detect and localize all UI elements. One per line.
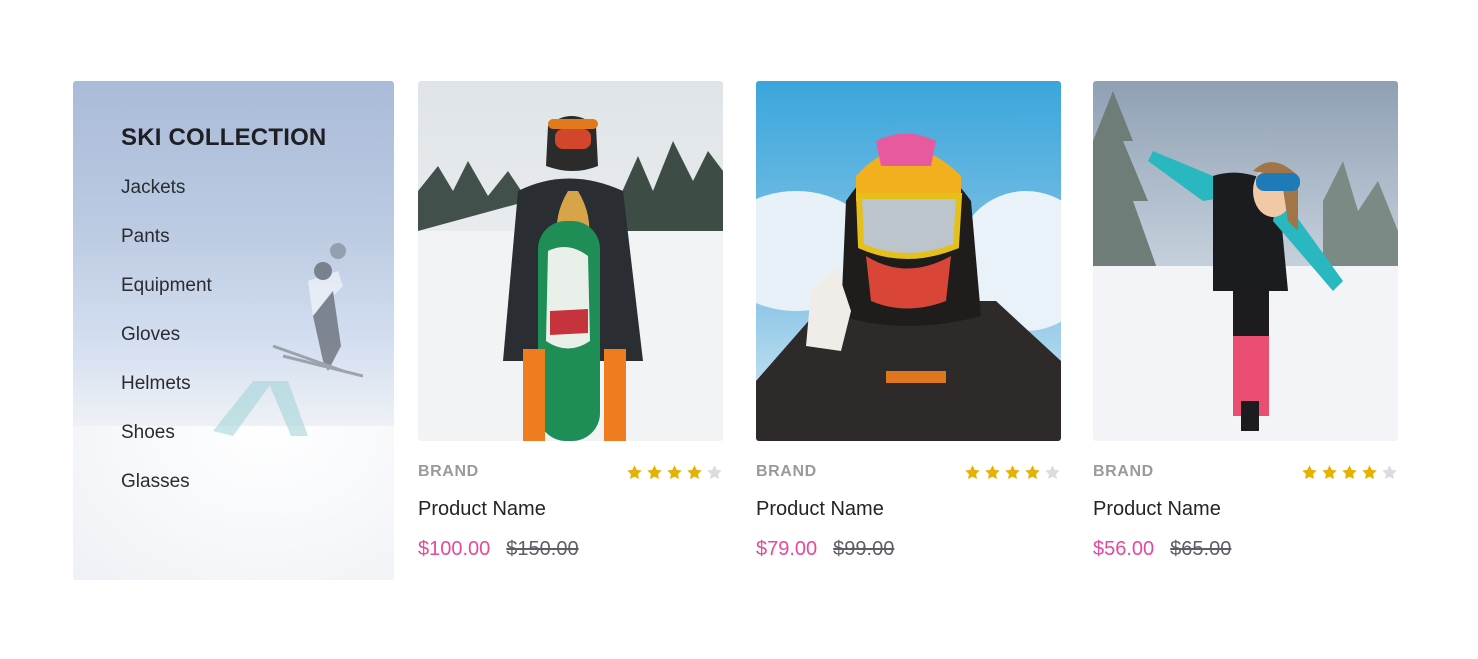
star-filled-icon [646,464,663,481]
star-empty-icon [1381,464,1398,481]
category-gloves[interactable]: Gloves [121,324,212,373]
product-name-link[interactable]: Product Name [1093,498,1398,521]
product-meta-row: BRAND [418,461,723,483]
sale-price: $100.00 [418,538,491,560]
rating-stars [964,464,1061,481]
original-price: $65.00 [1170,538,1232,560]
collection-panel: SKI COLLECTION Jackets Pants Equipment G… [73,81,394,580]
product-image[interactable] [418,81,723,441]
product-brand: BRAND [1093,463,1154,480]
snowboarder-photo [418,81,723,441]
star-filled-icon [626,464,643,481]
star-empty-icon [706,464,723,481]
product-meta-row: BRAND [756,461,1061,483]
product-card: BRAND Product Name $79.00 $99.00 [756,81,1061,561]
skier-jump-illustration [213,243,363,436]
star-filled-icon [1004,464,1021,481]
category-shoes[interactable]: Shoes [121,422,212,471]
category-glasses[interactable]: Glasses [121,471,212,520]
category-pants[interactable]: Pants [121,226,212,275]
category-helmets[interactable]: Helmets [121,373,212,422]
original-price: $150.00 [506,538,579,560]
product-image[interactable] [756,81,1061,441]
rating-stars [1301,464,1398,481]
product-meta-row: BRAND [1093,461,1398,483]
star-empty-icon [1044,464,1061,481]
product-brand: BRAND [418,463,479,480]
category-jackets[interactable]: Jackets [121,177,212,226]
category-list: Jackets Pants Equipment Gloves Helmets S… [121,177,212,520]
star-filled-icon [1361,464,1378,481]
product-brand: BRAND [756,463,817,480]
helmet-selfie-photo [756,81,1061,441]
sale-price: $56.00 [1093,538,1155,560]
star-filled-icon [1341,464,1358,481]
star-filled-icon [1024,464,1041,481]
star-filled-icon [964,464,981,481]
rating-stars [626,464,723,481]
product-card: BRAND Product Name $100.00 $150.00 [418,81,723,561]
collection-title: SKI COLLECTION [121,124,327,151]
product-name-link[interactable]: Product Name [418,498,723,521]
star-filled-icon [1301,464,1318,481]
original-price: $99.00 [833,538,895,560]
skier-in-snow-photo [1093,81,1398,441]
star-filled-icon [984,464,1001,481]
price-row: $56.00 $65.00 [1093,538,1398,561]
sale-price: $79.00 [756,538,818,560]
product-name-link[interactable]: Product Name [756,498,1061,521]
product-card: BRAND Product Name $56.00 $65.00 [1093,81,1398,561]
star-filled-icon [686,464,703,481]
product-image[interactable] [1093,81,1398,441]
star-filled-icon [666,464,683,481]
page: SKI COLLECTION Jackets Pants Equipment G… [0,0,1478,659]
price-row: $100.00 $150.00 [418,538,723,561]
category-equipment[interactable]: Equipment [121,275,212,324]
star-filled-icon [1321,464,1338,481]
price-row: $79.00 $99.00 [756,538,1061,561]
